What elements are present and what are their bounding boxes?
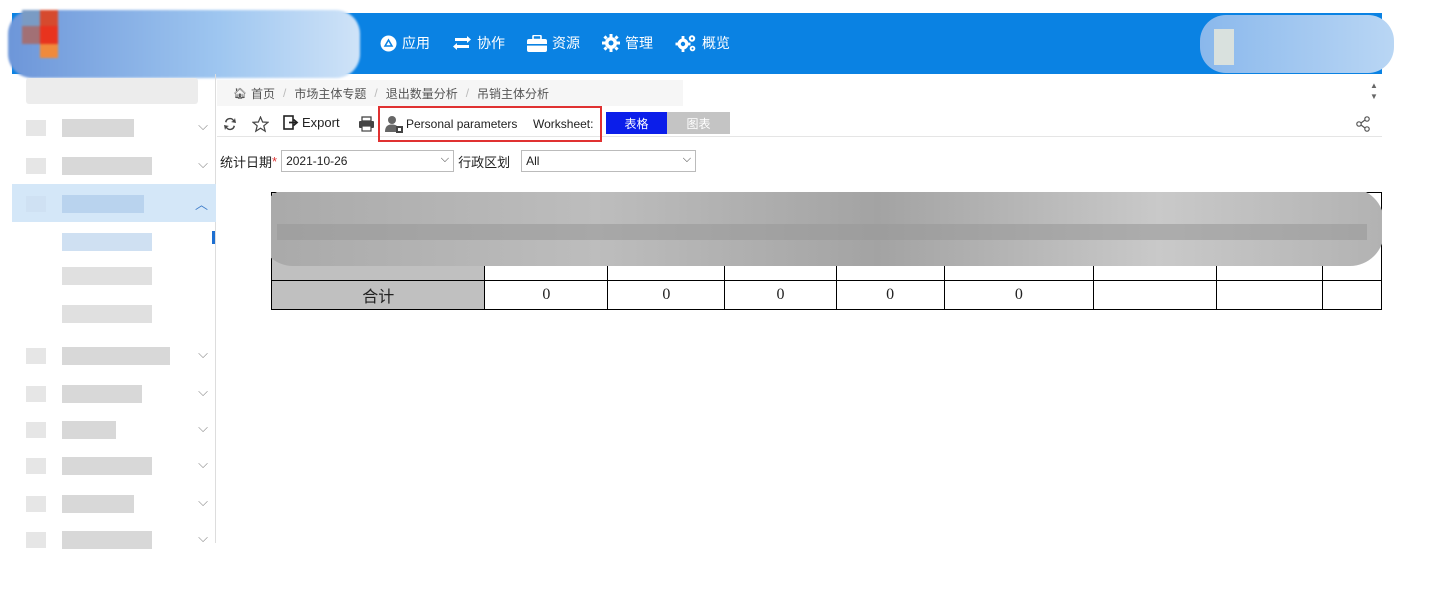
table-cell: 0 [943, 280, 1095, 310]
chevron-down-icon: ⌵ [682, 153, 692, 165]
nav-item-label: 管理 [625, 35, 653, 51]
sidebar-item[interactable]: ⌵ [12, 410, 216, 448]
chevron-down-icon: ⌵ [198, 346, 208, 361]
export-icon [283, 115, 299, 130]
highlight-annotation-box [378, 106, 602, 142]
table-row: 合计 0 0 0 0 0 [271, 280, 1382, 310]
nav-item-collaboration[interactable]: 协作 [452, 33, 505, 53]
breadcrumb-item[interactable]: 市场主体专题 [294, 85, 366, 102]
breadcrumb-current[interactable]: 吊销主体分析 [477, 85, 549, 102]
nav-item-apps[interactable]: 应用 [380, 33, 430, 53]
chevron-down-icon: ⌵ [198, 156, 208, 171]
nav-item-management[interactable]: 管理 [602, 33, 653, 53]
top-navigation-bar: 应用 协作 资源 管理 概览 [8, 10, 1394, 78]
chevron-down-icon: ⌵ [198, 494, 208, 509]
table-cell: 0 [835, 280, 945, 310]
sidebar-item-expanded[interactable]: ︿ [12, 184, 216, 222]
table-cell: 0 [607, 280, 726, 310]
table-cell: 0 [724, 280, 837, 310]
sidebar-search-redacted[interactable] [26, 78, 198, 104]
chevron-down-icon: ⌵ [440, 153, 450, 165]
gears-icon [675, 34, 696, 52]
table-cell: 0 [484, 280, 609, 310]
print-icon[interactable] [357, 115, 375, 133]
sidebar-item[interactable]: ⌵ [12, 374, 216, 412]
favorite-star-icon[interactable] [251, 115, 269, 133]
sidebar-item[interactable]: ⌵ [12, 336, 216, 374]
region-select-value: All [526, 154, 540, 168]
region-select[interactable]: All ⌵ [521, 150, 697, 172]
total-label: 合计 [271, 280, 486, 310]
tab-chart[interactable]: 图表 [667, 112, 730, 134]
region-filter-label: 行政区划 [458, 154, 511, 170]
date-select[interactable]: 2021-10-26 ⌵ [281, 150, 455, 172]
breadcrumb-item[interactable]: 退出数量分析 [386, 85, 458, 102]
filter-bar: 统计日期 * 2021-10-26 ⌵ 行政区划 All ⌵ [220, 149, 697, 173]
breadcrumb-home[interactable]: 首页 [251, 85, 275, 102]
main-nav: 应用 协作 资源 管理 概览 [380, 33, 730, 53]
export-button[interactable]: Export [283, 115, 340, 130]
required-marker: * [272, 153, 278, 169]
report-table: 合计 0 0 0 0 0 [271, 192, 1382, 310]
nav-item-label: 应用 [402, 35, 430, 51]
briefcase-icon [527, 34, 547, 52]
app-circle-icon [380, 35, 397, 51]
chevron-down-icon: ⌵ [198, 456, 208, 471]
export-label: Export [302, 115, 340, 130]
nav-item-label: 概览 [702, 35, 730, 51]
logo-area-redacted [8, 10, 360, 78]
home-icon: 🏠︎ [233, 87, 247, 100]
sidebar-item[interactable]: ⌵ [12, 146, 216, 184]
refresh-icon[interactable] [221, 115, 239, 133]
logo[interactable] [22, 10, 62, 60]
sidebar-item[interactable]: ⌵ [12, 446, 216, 484]
table-cell [1093, 280, 1217, 310]
gear-icon [602, 34, 620, 52]
sidebar-subitem[interactable] [12, 294, 216, 332]
sync-icon [453, 36, 471, 50]
breadcrumb: 🏠︎ 首页 / 市场主体专题 / 退出数量分析 / 吊销主体分析 [217, 80, 683, 106]
sidebar: ⌵ ⌵ ︿ ⌵ ⌵ ⌵ ⌵ ⌵ ⌵ [12, 74, 216, 549]
chevron-down-icon: ⌵ [198, 420, 208, 435]
sidebar-item[interactable]: ⌵ [12, 484, 216, 522]
tab-table[interactable]: 表格 [606, 112, 667, 134]
nav-item-label: 资源 [552, 35, 580, 51]
table-header-redacted [271, 192, 1382, 266]
active-indicator [212, 231, 215, 244]
chevron-up-icon: ︿ [194, 197, 208, 212]
tab-scroll-control[interactable]: ▲ ▼ [1368, 80, 1380, 106]
nav-item-label: 协作 [477, 35, 505, 51]
sidebar-item[interactable]: ⌵ [12, 520, 216, 558]
chevron-down-icon: ⌵ [198, 118, 208, 133]
date-filter-label: 统计日期 [220, 154, 273, 170]
user-area-redacted[interactable] [1200, 15, 1394, 73]
date-select-value: 2021-10-26 [286, 154, 348, 168]
share-icon[interactable] [1355, 116, 1371, 135]
chevron-down-icon: ⌵ [198, 530, 208, 545]
app-window: 应用 协作 资源 管理 概览 ⌵ ⌵ ︿ ⌵ ⌵ ⌵ ⌵ ⌵ ⌵ 🏠︎ 首页 /… [8, 10, 1394, 549]
nav-item-resources[interactable]: 资源 [527, 33, 580, 53]
sidebar-subitem[interactable] [12, 256, 216, 294]
sidebar-subitem[interactable] [12, 222, 216, 260]
sidebar-item[interactable]: ⌵ [12, 108, 216, 146]
nav-item-overview[interactable]: 概览 [675, 33, 730, 53]
chevron-down-icon: ⌵ [198, 384, 208, 399]
table-cell [1322, 280, 1382, 310]
table-cell [1215, 280, 1324, 310]
